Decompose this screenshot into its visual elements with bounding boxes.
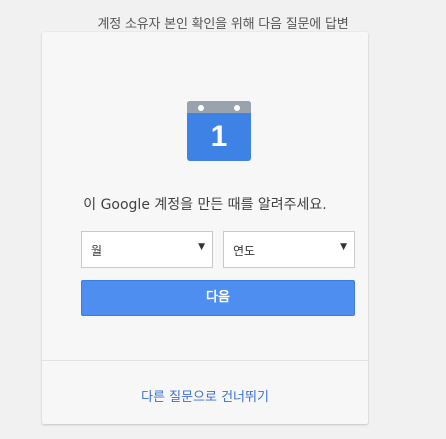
calendar-icon: 1	[187, 101, 251, 161]
month-select-value: 월	[91, 244, 103, 258]
skip-question-link[interactable]: 다른 질문으로 건너뛰기	[42, 386, 368, 405]
month-select[interactable]: 월 ▼	[81, 231, 213, 268]
page-header-text: 계정 소유자 본인 확인을 위해 다음 질문에 답변	[97, 17, 349, 32]
verification-card: 1 이 Google 계정을 만든 때를 알려주세요. 월 ▼ 연도 ▼ 다음 …	[42, 32, 368, 424]
question-prompt: 이 Google 계정을 만든 때를 알려주세요.	[83, 197, 327, 213]
next-button[interactable]: 다음	[81, 280, 355, 316]
year-select-value: 연도	[233, 244, 256, 258]
dropdown-arrow-icon: ▼	[198, 242, 205, 252]
calendar-ring-left	[198, 105, 204, 111]
divider	[42, 360, 368, 361]
year-select[interactable]: 연도 ▼	[223, 231, 355, 268]
calendar-ring-right	[234, 105, 240, 111]
dropdown-arrow-icon: ▼	[340, 242, 347, 252]
calendar-day-number: 1	[210, 120, 228, 153]
calendar-header-bar	[187, 101, 251, 113]
